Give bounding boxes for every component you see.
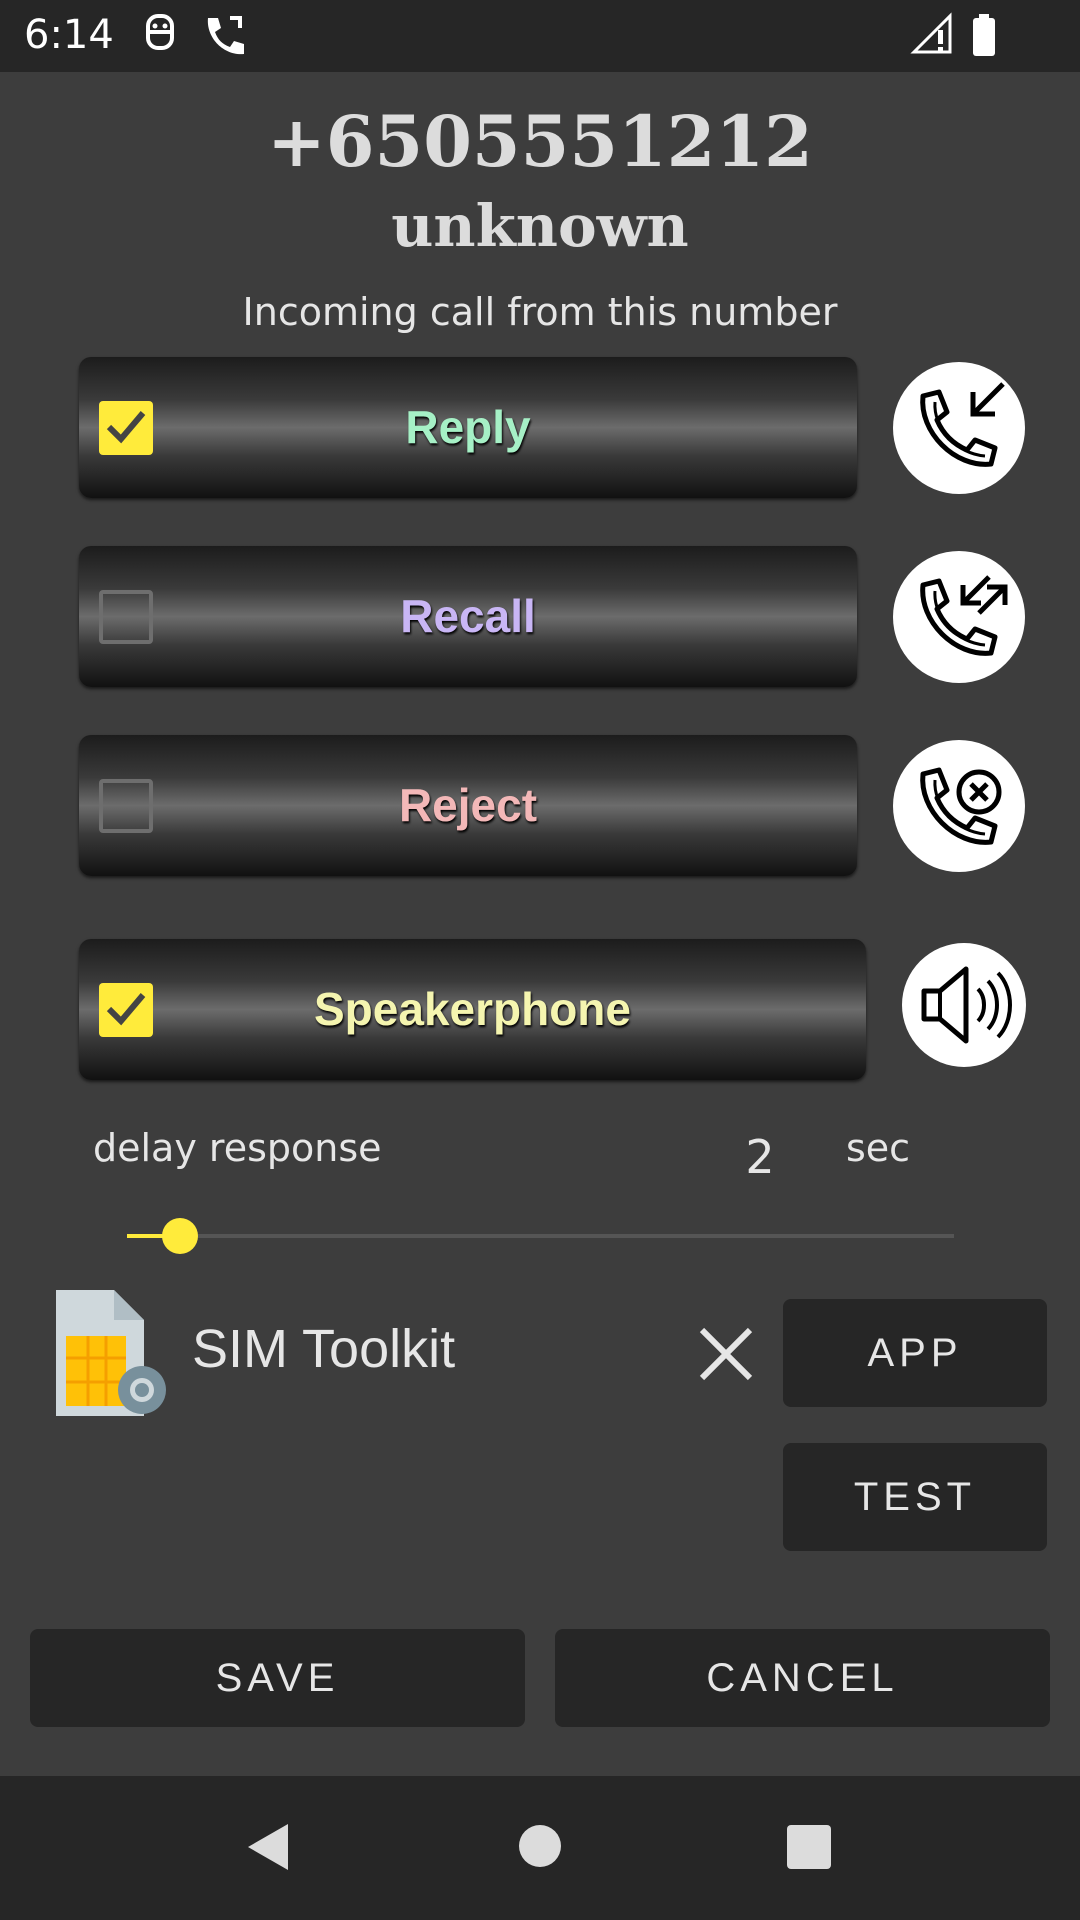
caller-number: +6505551212 (267, 100, 813, 183)
cancel-button[interactable]: CANCEL (555, 1629, 1050, 1727)
delay-value: 2 (745, 1130, 775, 1184)
close-icon[interactable] (696, 1324, 756, 1388)
reject-label: Reject (398, 779, 538, 831)
delay-slider-thumb[interactable] (162, 1218, 198, 1254)
back-icon[interactable] (244, 1822, 292, 1876)
reject-action-button[interactable]: Reject (79, 735, 857, 876)
save-button[interactable]: SAVE (30, 1629, 525, 1727)
status-time: 6:14 (24, 12, 114, 58)
reply-action-button[interactable]: Reply (79, 357, 857, 498)
speakerphone-action-button[interactable]: Speakerphone (79, 939, 866, 1080)
reply-label: Reply (405, 401, 531, 453)
call-subtitle: Incoming call from this number (242, 290, 838, 334)
app-name: SIM Toolkit (192, 1319, 456, 1379)
speakerphone-label: Speakerphone (314, 983, 631, 1035)
sim-card-icon (52, 1286, 172, 1424)
reject-call-icon[interactable] (893, 740, 1025, 872)
recents-icon[interactable] (787, 1825, 831, 1873)
delay-unit: sec (846, 1126, 911, 1170)
caller-name: unknown (391, 192, 689, 260)
recall-action-button[interactable]: Recall (79, 546, 857, 687)
phone-call-icon (200, 12, 248, 64)
recall-label: Recall (400, 590, 536, 642)
incoming-call-icon[interactable] (893, 362, 1025, 494)
home-icon[interactable] (518, 1824, 562, 1872)
signal-icon (910, 12, 954, 60)
speaker-icon[interactable] (902, 943, 1026, 1067)
battery-icon (970, 12, 998, 62)
notification-icon (140, 12, 180, 60)
callback-icon[interactable] (893, 551, 1025, 683)
test-button[interactable]: TEST (783, 1443, 1047, 1551)
status-bar: 6:14 (0, 0, 1080, 72)
navigation-bar (0, 1776, 1080, 1920)
app-button[interactable]: APP (783, 1299, 1047, 1407)
delay-label: delay response (93, 1126, 382, 1170)
delay-slider-track[interactable] (127, 1234, 954, 1238)
